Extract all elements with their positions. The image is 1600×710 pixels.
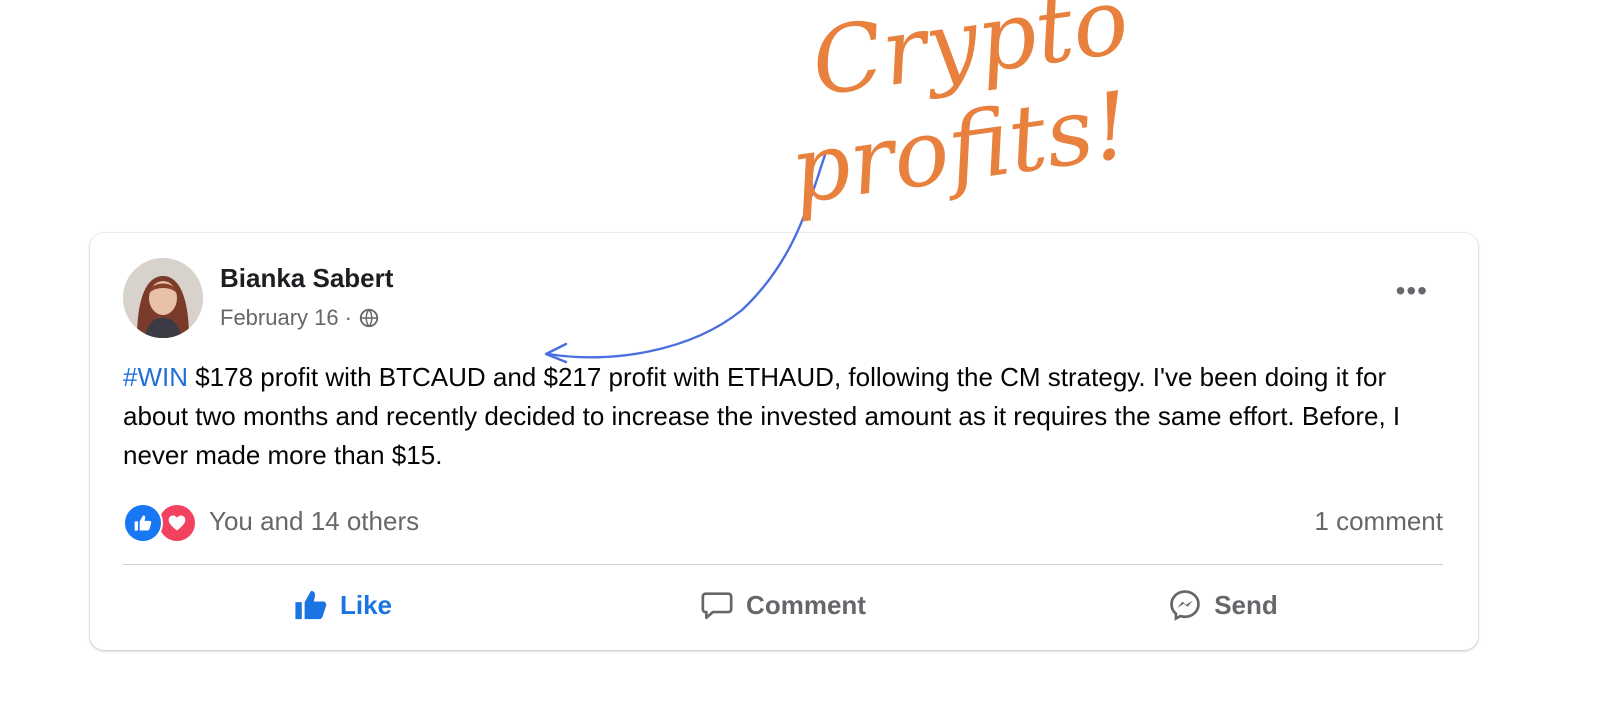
love-reaction-icon [157, 503, 197, 543]
avatar-image [123, 258, 203, 338]
reaction-icons [123, 501, 199, 543]
send-button[interactable]: Send [1003, 569, 1443, 641]
more-options-button[interactable]: ••• [1396, 277, 1428, 305]
reactions-summary-row: You and 14 others 1 comment [123, 501, 1443, 543]
post-date[interactable]: February 16 [220, 305, 339, 331]
actions-divider [123, 564, 1443, 565]
post-card: Bianka Sabert February 16 · ••• #WIN $17… [90, 233, 1478, 650]
post-body-text: $178 profit with BTCAUD and $217 profit … [123, 362, 1401, 470]
hashtag-link[interactable]: #WIN [123, 362, 188, 392]
comment-bubble-icon [701, 592, 733, 620]
post-actions-bar: Like Comment Send [123, 569, 1443, 641]
thumbs-up-icon [295, 590, 327, 620]
like-button[interactable]: Like [123, 569, 563, 641]
like-button-label: Like [339, 589, 393, 620]
comment-button[interactable]: Comment [563, 569, 1003, 641]
send-button-label: Send [1214, 589, 1278, 620]
comment-button-label: Comment [746, 589, 866, 620]
page: Crypto profits! Bianka Sabert February 1… [0, 0, 1600, 710]
more-options-icon: ••• [1395, 275, 1428, 306]
author-avatar[interactable] [123, 258, 203, 338]
meta-separator: · [344, 305, 352, 330]
messenger-icon [1170, 590, 1201, 621]
like-reaction-icon [123, 503, 163, 543]
globe-icon[interactable] [358, 307, 380, 329]
post-body: #WIN $178 profit with BTCAUD and $217 pr… [123, 358, 1453, 475]
reactions-count-text: You and 14 others [209, 505, 420, 536]
author-name[interactable]: Bianka Sabert [220, 263, 393, 294]
annotation-headline: Crypto profits! [770, 0, 1155, 225]
comment-count-link[interactable]: 1 comment [1314, 506, 1443, 537]
reactions-summary[interactable]: You and 14 others [123, 501, 420, 543]
post-meta: February 16 · [220, 305, 380, 331]
